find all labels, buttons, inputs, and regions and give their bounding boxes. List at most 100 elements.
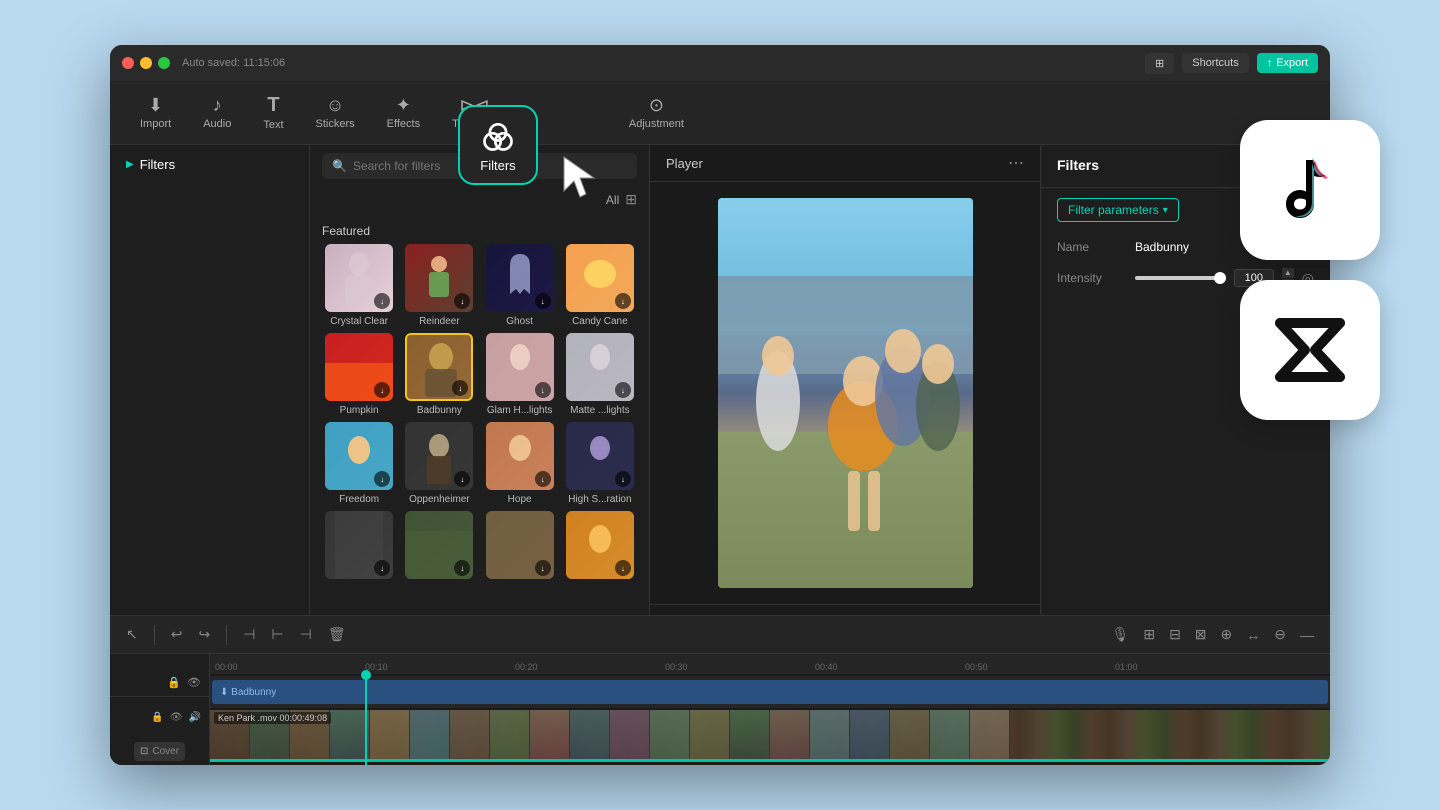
search-icon: 🔍 [332,159,347,173]
lock-icon-2: 🔒 [151,712,163,723]
filter-name-glam: Glam H...lights [487,405,553,416]
chevron-icon: ▾ [1163,205,1168,216]
filters-icon-container[interactable]: Filters [458,105,538,185]
filter-thumb-glam: ↓ [486,333,554,401]
toolbar-item-import[interactable]: ⬇ Import [126,88,185,138]
video-track-label: 🔒 👁 🔊 [110,697,209,738]
timeline-area: ↖ ↩ ↪ ⊣ ⊢ ⊣ 🗑 🎙 ⊞ ⊟ ⊠ ⊕ ↔ ⊖ — [110,615,1330,765]
filter-item-pumpkin[interactable]: ↓ Pumpkin [322,333,396,416]
filters-scroll[interactable]: Featured ↓ Crystal Clear [310,216,649,615]
filter-block-badbunny[interactable]: ⬇ Badbunny [212,680,1328,704]
split-left-tool[interactable]: ⊣ [239,622,259,647]
filter-item-row4-4[interactable]: ↓ [563,511,637,583]
toolbar-item-effects[interactable]: ✦ Effects [373,88,434,138]
filter-item-badbunny[interactable]: ↓ Badbunny [402,333,476,416]
download-icon-hope: ↓ [535,471,551,487]
filter-item-crystal-clear[interactable]: ↓ Crystal Clear [322,244,396,327]
shortcuts-button[interactable]: Shortcuts [1182,53,1248,73]
filter-item-row4-1[interactable]: ↓ [322,511,396,583]
ruler-mark-100: 01:00 [1115,662,1138,672]
filter-item-freedom[interactable]: ↓ Freedom [322,422,396,505]
filter-item-reindeer[interactable]: ↓ Reindeer [402,244,476,327]
tiktok-logo-svg [1270,150,1350,230]
toolbar-item-audio[interactable]: ♪ Audio [189,88,245,138]
traffic-light-fullscreen[interactable] [158,57,170,69]
tl-sep-2 [226,625,227,645]
toolbar-item-adjustment[interactable]: ⊙ Adjustment [615,88,698,138]
filter-thumb-freedom: ↓ [325,422,393,490]
cursor-arrow [560,153,600,206]
tl-extra-2[interactable]: ⊟ [1165,622,1185,647]
lock-icon: 🔒 [167,676,181,689]
filter-thumb-badbunny: ↓ [405,333,473,401]
filter-item-glam[interactable]: ↓ Glam H...lights [483,333,557,416]
sidebar-header: ▶ Filters [110,145,309,184]
timeline-left: 🔒 👁 🔒 👁 🔊 ⊡ Cover [110,654,210,765]
eye-icon-2: 👁 [170,712,183,723]
timeline-toolbar: ↖ ↩ ↪ ⊣ ⊢ ⊣ 🗑 🎙 ⊞ ⊟ ⊠ ⊕ ↔ ⊖ — [110,616,1330,654]
filter-params-button[interactable]: Filter parameters ▾ [1057,198,1179,222]
traffic-light-close[interactable] [122,57,134,69]
download-icon-crystal: ↓ [374,293,390,309]
filter-name-matte: Matte ...lights [570,405,629,416]
undo-tool[interactable]: ↩ [167,622,187,647]
filter-thumb-row4-2: ↓ [405,511,473,579]
tl-extra-4[interactable]: ⊕ [1217,622,1237,647]
toolbar: ⬇ Import ♪ Audio T Text ☺ Stickers ✦ Eff… [110,81,1330,145]
filter-thumb-row4-1: ↓ [325,511,393,579]
cover-label: Cover [152,746,179,757]
redo-tool[interactable]: ↪ [194,622,214,647]
filter-options-icon[interactable]: ⊞ [625,191,637,208]
intensity-up-button[interactable]: ▲ [1282,268,1294,278]
ruler-mark-30: 00:30 [665,662,688,672]
filter-name-reindeer: Reindeer [419,316,460,327]
video-frame [718,198,973,588]
tl-extra-1[interactable]: ⊞ [1139,622,1159,647]
audio-label: Audio [203,118,231,130]
filter-item-ghost[interactable]: ↓ Ghost [483,244,557,327]
filter-item-candy-cane[interactable]: ↓ Candy Cane [563,244,637,327]
tl-zoom[interactable]: — [1296,623,1318,647]
tl-extra-3[interactable]: ⊠ [1191,622,1211,647]
cover-icon: ⊡ [140,746,148,757]
player-header: Player ⋯ [650,145,1040,182]
intensity-prop-label: Intensity [1057,271,1127,285]
export-button[interactable]: ↑ Export [1257,53,1318,73]
mic-tool[interactable]: 🎙 [1108,622,1134,647]
select-tool[interactable]: ↖ [122,622,142,647]
intensity-slider-track[interactable] [1135,276,1226,280]
player-menu-icon[interactable]: ⋯ [1008,153,1024,173]
player-area: Player ⋯ [650,145,1040,615]
toolbar-item-text[interactable]: T Text [249,87,297,139]
filter-item-oppenheimer[interactable]: ↓ Oppenheimer [402,422,476,505]
intensity-slider-thumb[interactable] [1214,272,1226,284]
filter-thumb-ghost: ↓ [486,244,554,312]
traffic-light-minimize[interactable] [140,57,152,69]
filter-item-matte[interactable]: ↓ Matte ...lights [563,333,637,416]
traffic-lights [122,57,170,69]
ruler-mark-50: 00:50 [965,662,988,672]
filter-item-high-saturation[interactable]: ↓ High S...ration [563,422,637,505]
ruler-mark-40: 00:40 [815,662,838,672]
filter-item-row4-2[interactable]: ↓ [402,511,476,583]
player-controls: 00:00:01:19 00:00:49:08 ⊞ ▶ ⊡ Ratio ⤢ [650,604,1040,615]
filters-trefoil-icon [480,118,516,154]
playhead[interactable] [365,676,367,765]
download-icon-candy: ↓ [615,293,631,309]
filter-item-row4-3[interactable]: ↓ [483,511,557,583]
download-icon-r3: ↓ [535,560,551,576]
delete-tool[interactable]: 🗑 [324,622,350,647]
trim-tool[interactable]: ⊣ [296,622,316,647]
toolbar-item-stickers[interactable]: ☺ Stickers [302,88,369,138]
filter-thumb-crystal-clear: ↓ [325,244,393,312]
grid-view-button[interactable]: ⊞ [1145,53,1174,74]
effects-icon: ✦ [396,96,411,114]
stickers-label: Stickers [316,118,355,130]
tl-extra-5[interactable]: ↔ [1242,623,1264,647]
left-sidebar: ▶ Filters [110,145,310,615]
filter-item-hope[interactable]: ↓ Hope [483,422,557,505]
export-icon: ↑ [1267,57,1273,69]
split-right-tool[interactable]: ⊢ [267,622,287,647]
tl-extra-6[interactable]: ⊖ [1270,622,1290,647]
import-icon: ⬇ [148,96,163,114]
